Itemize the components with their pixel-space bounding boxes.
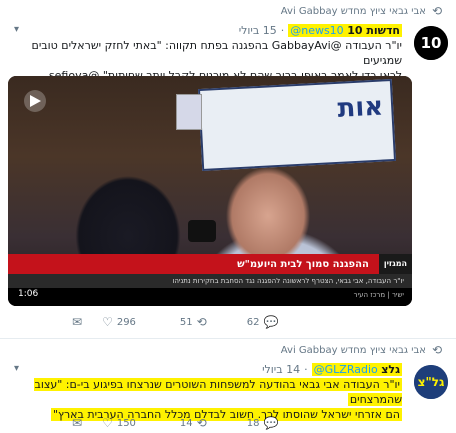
heart-icon: ♡ (102, 416, 113, 430)
lower-third: המגזין ההפגנה סמוך לבית היועמ"ש (8, 254, 412, 274)
author-name[interactable]: חדשות 10 (347, 24, 400, 37)
like-button[interactable]: ♡ 150 (102, 416, 136, 430)
reply-button[interactable]: 62 💬 (247, 315, 279, 329)
tweet-date[interactable]: 15 ביולי (239, 24, 277, 37)
like-count: 150 (116, 417, 136, 429)
video-headline: ההפגנה סמוך לבית היועמ"ש (237, 258, 369, 270)
tweet-actions: ✉ ♡ 150 14 ⟲ 18 💬 (12, 415, 402, 431)
reply-count: 62 (246, 316, 260, 328)
retweet-count: 14 (179, 417, 193, 429)
news10-logo: 10 (414, 26, 448, 60)
avatar[interactable]: 10 (414, 26, 448, 60)
chevron-down-icon[interactable]: ▾ (14, 24, 19, 35)
video-subline: יו"ר העבודה, אבי גבאי, הצטרף לראשונה להפ… (8, 274, 412, 288)
retweet-icon: ⟲ (196, 416, 207, 430)
retweeted-by-label: אבי גבאי ציוץ מחדש Avi Gabbay (280, 5, 426, 17)
segment-tag: המגזין (378, 254, 412, 274)
retweet-icon: ⟲ (431, 4, 442, 18)
video-ticker: ישיר | מרכז העיר (8, 288, 412, 306)
reply-icon: 💬 (263, 416, 279, 430)
tweet-actions: ✉ ♡ 296 51 ⟲ 62 💬 (12, 314, 402, 330)
tweet-text-line: יו"ר העבודה אבי גבאי בהודעה למשפחות השוט… (34, 378, 402, 406)
tweet-date[interactable]: 14 ביולי (262, 363, 300, 376)
like-count: 296 (116, 316, 136, 328)
tweet-text-line: יו"ר העבודה @GabbayAvi בהפגנה בפתח תקווה… (31, 39, 402, 67)
like-button[interactable]: ♡ 296 (102, 315, 136, 329)
message-button[interactable]: ✉ (72, 315, 82, 329)
retweet-context: ⟲ אבי גבאי ציוץ מחדש Avi Gabbay (281, 4, 442, 18)
retweet-context: ⟲ אבי גבאי ציוץ מחדש Avi Gabbay (281, 343, 442, 357)
protest-sign: אות (197, 78, 397, 172)
chevron-down-icon[interactable]: ▾ (14, 363, 19, 374)
tweet-card[interactable]: ⟲ אבי גבאי ציוץ מחדש Avi Gabbay 10 חדשות… (0, 0, 456, 338)
reply-button[interactable]: 18 💬 (247, 416, 279, 430)
retweeted-by-label: אבי גבאי ציוץ מחדש Avi Gabbay (280, 344, 426, 356)
mail-icon: ✉ (72, 416, 83, 430)
reply-count: 18 (246, 417, 260, 429)
tweet-header: גלצ @GLZRadio · 14 ביולי (262, 362, 402, 376)
author-handle[interactable]: @GLZRadio (314, 363, 378, 376)
avatar[interactable]: גל"צ (414, 365, 448, 399)
retweet-count: 51 (179, 316, 193, 328)
mail-icon: ✉ (72, 315, 83, 329)
author-name[interactable]: גלצ (381, 363, 400, 376)
message-button[interactable]: ✉ (72, 416, 82, 430)
channel-logo-icon (24, 90, 46, 112)
retweet-button[interactable]: 14 ⟲ (180, 416, 207, 430)
retweet-button[interactable]: 51 ⟲ (180, 315, 207, 329)
poster (176, 94, 202, 130)
heart-icon: ♡ (102, 315, 113, 329)
glz-logo: גל"צ (414, 365, 448, 399)
microphone (188, 220, 216, 242)
author-handle[interactable]: @news10 (290, 24, 343, 37)
reply-icon: 💬 (263, 315, 279, 329)
tweet-header: חדשות 10 @news10 · 15 ביולי (238, 23, 402, 37)
retweet-icon: ⟲ (196, 315, 207, 329)
ticker-text: ישיר | מרכז העיר (353, 291, 404, 299)
video-player[interactable]: אות המגזין ההפגנה סמוך לבית היועמ"ש יו"ר… (8, 76, 412, 306)
tweet-card[interactable]: ⟲ אבי גבאי ציוץ מחדש Avi Gabbay גל"צ גלצ… (0, 338, 456, 433)
video-timecode: 1:06 (14, 288, 43, 300)
retweet-icon: ⟲ (431, 343, 442, 357)
